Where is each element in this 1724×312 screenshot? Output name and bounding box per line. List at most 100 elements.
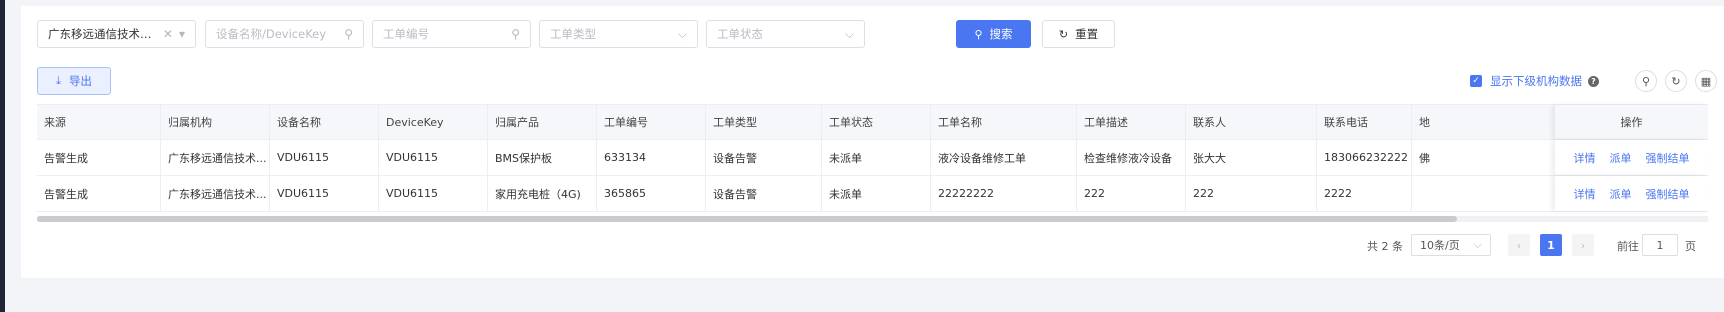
column-header: 联系人: [1186, 105, 1317, 139]
column-header: 归属机构: [161, 105, 270, 139]
order-status-placeholder: 工单状态: [717, 27, 763, 41]
reset-button-label: 重置: [1075, 27, 1099, 41]
chevron-down-icon: ⌵: [844, 26, 854, 41]
chevron-down-icon: ⌵: [1473, 238, 1482, 251]
detail-link[interactable]: 详情: [1574, 186, 1596, 202]
table-cell: VDU6115: [270, 176, 379, 211]
table-cell: BMS保护板: [488, 140, 597, 175]
table-cell: 未派单: [822, 140, 931, 175]
goto-page-input[interactable]: 1: [1642, 234, 1678, 256]
row-actions: 详情 派单 强制结单: [1555, 176, 1708, 211]
chevron-left-icon: ‹: [1516, 238, 1522, 252]
table-cell: 液冷设备维修工单: [931, 140, 1077, 175]
clear-icon[interactable]: ✕: [163, 27, 173, 41]
export-button[interactable]: ⤓ 导出: [37, 67, 111, 95]
table-row: 告警生成 广东移远通信技术... VDU6115 VDU6115 家用充电桩（4…: [37, 176, 1708, 212]
column-header: 归属产品: [488, 105, 597, 139]
columns-grid-icon[interactable]: ▦: [1695, 70, 1717, 92]
refresh-icon: ↻: [1058, 27, 1069, 41]
goto-suffix: 页: [1685, 240, 1696, 253]
scrollbar-thumb[interactable]: [37, 216, 1457, 222]
table-cell: VDU6115: [379, 140, 488, 175]
table-cell: 广东移远通信技术...: [161, 140, 270, 175]
search-icon: ⚲: [344, 27, 353, 41]
device-search-input[interactable]: 设备名称/DeviceKey ⚲: [205, 20, 364, 48]
column-header: 地: [1419, 116, 1430, 129]
table-cell: 183066232222: [1317, 140, 1412, 175]
table-cell: 佛: [1419, 151, 1430, 165]
table-cell: 22222222: [931, 176, 1077, 211]
table-cell: 设备告警: [706, 140, 822, 175]
search-toggle-icon[interactable]: ⚲: [1635, 70, 1657, 92]
table-cell: 告警生成: [37, 140, 161, 175]
goto-prefix: 前往: [1617, 240, 1639, 253]
column-header: DeviceKey: [379, 105, 488, 139]
org-select[interactable]: 广东移远通信技术有限... ✕ ▾: [37, 20, 196, 48]
chevron-right-icon: ›: [1580, 238, 1586, 252]
device-search-placeholder: 设备名称/DeviceKey: [216, 27, 327, 41]
table-header-row: 来源 归属机构 设备名称 DeviceKey 归属产品 工单编号 工单类型 工单…: [37, 104, 1708, 140]
order-status-select[interactable]: 工单状态 ⌵: [706, 20, 865, 48]
search-icon: ⚲: [974, 27, 983, 41]
show-sub-org-toggle[interactable]: ✓ 显示下级机构数据 ?: [1470, 73, 1599, 89]
left-edge-bar: [0, 0, 5, 312]
table-cell: 222: [1077, 176, 1186, 211]
page-size-value: 10条/页: [1420, 239, 1460, 252]
table-cell: 633134: [597, 140, 706, 175]
column-header: 来源: [37, 105, 161, 139]
order-type-placeholder: 工单类型: [550, 27, 596, 41]
detail-link[interactable]: 详情: [1574, 150, 1596, 166]
refresh-icon[interactable]: ↻: [1665, 70, 1687, 92]
next-page-button[interactable]: ›: [1572, 234, 1594, 256]
order-type-select[interactable]: 工单类型 ⌵: [539, 20, 698, 48]
table-cell: 告警生成: [37, 176, 161, 211]
dispatch-link[interactable]: 派单: [1610, 150, 1632, 166]
table-cell: 365865: [597, 176, 706, 211]
table-row: 告警生成 广东移远通信技术... VDU6115 VDU6115 BMS保护板 …: [37, 140, 1708, 176]
page-size-select[interactable]: 10条/页 ⌵: [1411, 234, 1491, 256]
row-actions: 详情 派单 强制结单: [1555, 140, 1708, 175]
page-number-current[interactable]: 1: [1540, 234, 1562, 256]
help-icon[interactable]: ?: [1588, 75, 1599, 87]
chevron-down-icon: ▾: [178, 27, 185, 41]
table-cell: 检查维修液冷设备: [1077, 140, 1186, 175]
org-select-value: 广东移远通信技术有限...: [48, 27, 157, 41]
order-no-input[interactable]: 工单编号 ⚲: [372, 20, 531, 48]
order-no-placeholder: 工单编号: [383, 27, 429, 41]
column-header: 工单描述: [1077, 105, 1186, 139]
table-cell: 广东移远通信技术...: [161, 176, 270, 211]
column-header: 联系电话: [1317, 105, 1412, 139]
prev-page-button[interactable]: ‹: [1508, 234, 1530, 256]
work-order-table: 来源 归属机构 设备名称 DeviceKey 归属产品 工单编号 工单类型 工单…: [37, 104, 1708, 212]
show-sub-org-label: 显示下级机构数据: [1490, 74, 1582, 88]
table-cell: VDU6115: [379, 176, 488, 211]
column-header: 工单编号: [597, 105, 706, 139]
export-button-label: 导出: [68, 74, 92, 88]
search-button-label: 搜索: [989, 27, 1013, 41]
reset-button[interactable]: ↻ 重置: [1042, 20, 1115, 48]
column-header: 设备名称: [270, 105, 379, 139]
column-header: 工单类型: [706, 105, 822, 139]
total-count: 共 2 条: [1367, 240, 1403, 253]
column-header: 工单状态: [822, 105, 931, 139]
table-cell: 2222: [1317, 176, 1412, 211]
column-header: 工单名称: [931, 105, 1077, 139]
dispatch-link[interactable]: 派单: [1610, 186, 1632, 202]
table-cell: 家用充电桩（4G): [488, 176, 597, 211]
table-cell: 设备告警: [706, 176, 822, 211]
content-panel: 广东移远通信技术有限... ✕ ▾ 设备名称/DeviceKey ⚲ 工单编号 …: [21, 6, 1724, 278]
horizontal-scrollbar[interactable]: [37, 216, 1708, 222]
force-close-link[interactable]: 强制结单: [1646, 150, 1690, 166]
checkbox-checked-icon[interactable]: ✓: [1470, 75, 1482, 87]
table-cell: 222: [1186, 176, 1317, 211]
table-cell: 张大大: [1186, 140, 1317, 175]
chevron-down-icon: ⌵: [677, 26, 687, 41]
table-cell: [1412, 176, 1552, 211]
force-close-link[interactable]: 强制结单: [1646, 186, 1690, 202]
table-cell: VDU6115: [270, 140, 379, 175]
download-icon: ⤓: [56, 74, 61, 87]
table-cell: 未派单: [822, 176, 931, 211]
search-icon: ⚲: [511, 27, 520, 41]
column-header-actions: 操作: [1555, 105, 1708, 139]
search-button[interactable]: ⚲ 搜索: [956, 20, 1031, 48]
